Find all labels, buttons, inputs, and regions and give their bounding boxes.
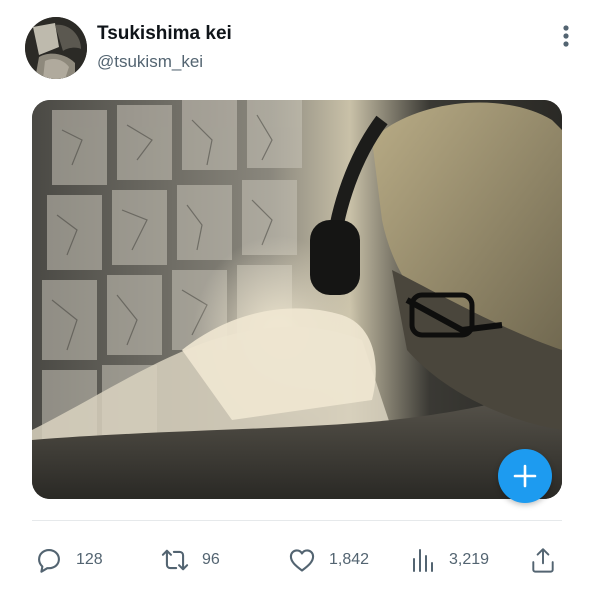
like-count: 1,842 bbox=[329, 551, 370, 568]
divider bbox=[32, 520, 562, 521]
reply-icon bbox=[38, 549, 60, 573]
views-button[interactable]: 3,219 bbox=[407, 543, 489, 577]
user-handle[interactable]: @tsukism_kei bbox=[97, 52, 203, 72]
views-count: 3,219 bbox=[449, 551, 490, 568]
share-button[interactable] bbox=[528, 543, 558, 577]
compose-fab-button[interactable] bbox=[498, 449, 552, 503]
tweet-card: Tsukishima kei @tsukism_kei 128 96 1,842… bbox=[0, 0, 600, 600]
avatar-photo bbox=[25, 17, 87, 79]
tweet-media-photo[interactable] bbox=[32, 100, 562, 499]
like-button[interactable]: 1,842 bbox=[287, 543, 369, 577]
photo-illustration bbox=[32, 100, 562, 499]
retweet-icon bbox=[161, 549, 189, 571]
avatar[interactable] bbox=[25, 17, 87, 79]
share-icon bbox=[532, 548, 554, 573]
more-options-button[interactable] bbox=[552, 22, 580, 50]
display-name[interactable]: Tsukishima kei bbox=[97, 23, 232, 45]
views-chart-icon bbox=[413, 549, 433, 572]
retweet-button[interactable]: 96 bbox=[160, 543, 220, 577]
more-vertical-icon bbox=[563, 25, 569, 47]
reply-button[interactable]: 128 bbox=[34, 543, 103, 577]
plus-icon bbox=[513, 464, 537, 488]
reply-count: 128 bbox=[76, 551, 103, 568]
retweet-count: 96 bbox=[202, 551, 220, 568]
heart-icon bbox=[289, 549, 315, 572]
